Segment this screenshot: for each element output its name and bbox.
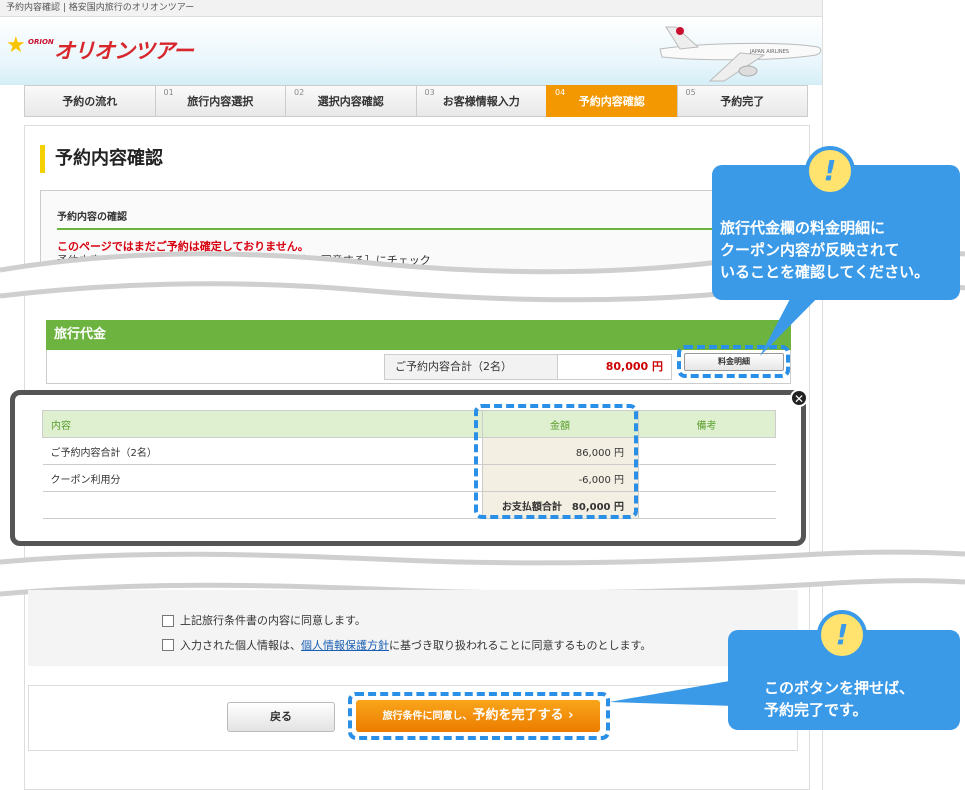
step-flow: 予約の流れ — [24, 85, 155, 117]
airplane-image: JAPAN AIRLINES — [659, 26, 822, 82]
confirm-heading: 予約内容の確認 — [57, 212, 127, 223]
confirm-divider — [57, 228, 777, 230]
step-5: 05 予約完了 — [676, 85, 808, 117]
fee-detail-table: 内容 金額 備考 ご予約内容合計（2名） 86,000 円 クーポン利用分 -6… — [42, 410, 776, 519]
step-3: 03 お客様情報入力 — [415, 85, 546, 117]
highlight-amount-column — [474, 404, 638, 519]
privacy-policy-link[interactable]: 個人情報保護方針 — [301, 637, 389, 653]
step-4-current: 04 予約内容確認 — [546, 85, 677, 117]
plane-label: JAPAN AIRLINES — [749, 49, 789, 55]
step-1: 01 旅行内容選択 — [154, 85, 285, 117]
col-header-content: 内容 — [42, 410, 483, 438]
back-button[interactable]: 戻る — [227, 702, 335, 732]
highlight-submit-button — [348, 692, 610, 740]
table-row: お支払額合計 80,000 円 — [42, 491, 776, 519]
privacy-checkbox[interactable] — [162, 639, 174, 651]
close-icon[interactable]: ✕ — [790, 389, 808, 407]
site-logo[interactable]: オリオンツアー — [54, 35, 194, 65]
logo-star-icon: ★ — [6, 33, 26, 58]
total-label: ご予約内容合計（2名） — [384, 354, 558, 380]
travel-fee-heading: 旅行代金 — [46, 320, 791, 350]
exclamation-icon: ! — [817, 610, 867, 660]
top-bar-text: 予約内容確認 | 格安国内旅行のオリオンツアー — [6, 3, 195, 13]
terms-checkbox[interactable] — [162, 615, 174, 627]
consent-item-privacy: 入力された個人情報は、 個人情報保護方針 に基づき取り扱われることに同意するものとし… — [162, 637, 651, 653]
table-row: ご予約内容合計（2名） 86,000 円 — [42, 437, 776, 465]
page-title: 予約内容確認 — [40, 145, 163, 173]
table-row: クーポン利用分 -6,000 円 — [42, 464, 776, 492]
consent-item-terms: 上記旅行条件書の内容に同意します。 — [162, 612, 366, 628]
consent-section — [28, 590, 798, 666]
site-header: ★ ORION オリオンツアー JAPAN AIRLINES — [0, 17, 822, 85]
total-value: 80,000 円 — [558, 354, 672, 380]
exclamation-icon: ! — [805, 146, 855, 196]
top-bar: 予約内容確認 | 格安国内旅行のオリオンツアー — [0, 0, 822, 17]
col-header-note: 備考 — [638, 410, 776, 438]
logo-small-text: ORION — [28, 38, 54, 46]
step-2: 02 選択内容確認 — [285, 85, 416, 117]
progress-steps: 予約の流れ 01 旅行内容選択 02 選択内容確認 03 お客様情報入力 04 … — [24, 85, 808, 117]
callout-pointer-bottom — [609, 680, 735, 706]
